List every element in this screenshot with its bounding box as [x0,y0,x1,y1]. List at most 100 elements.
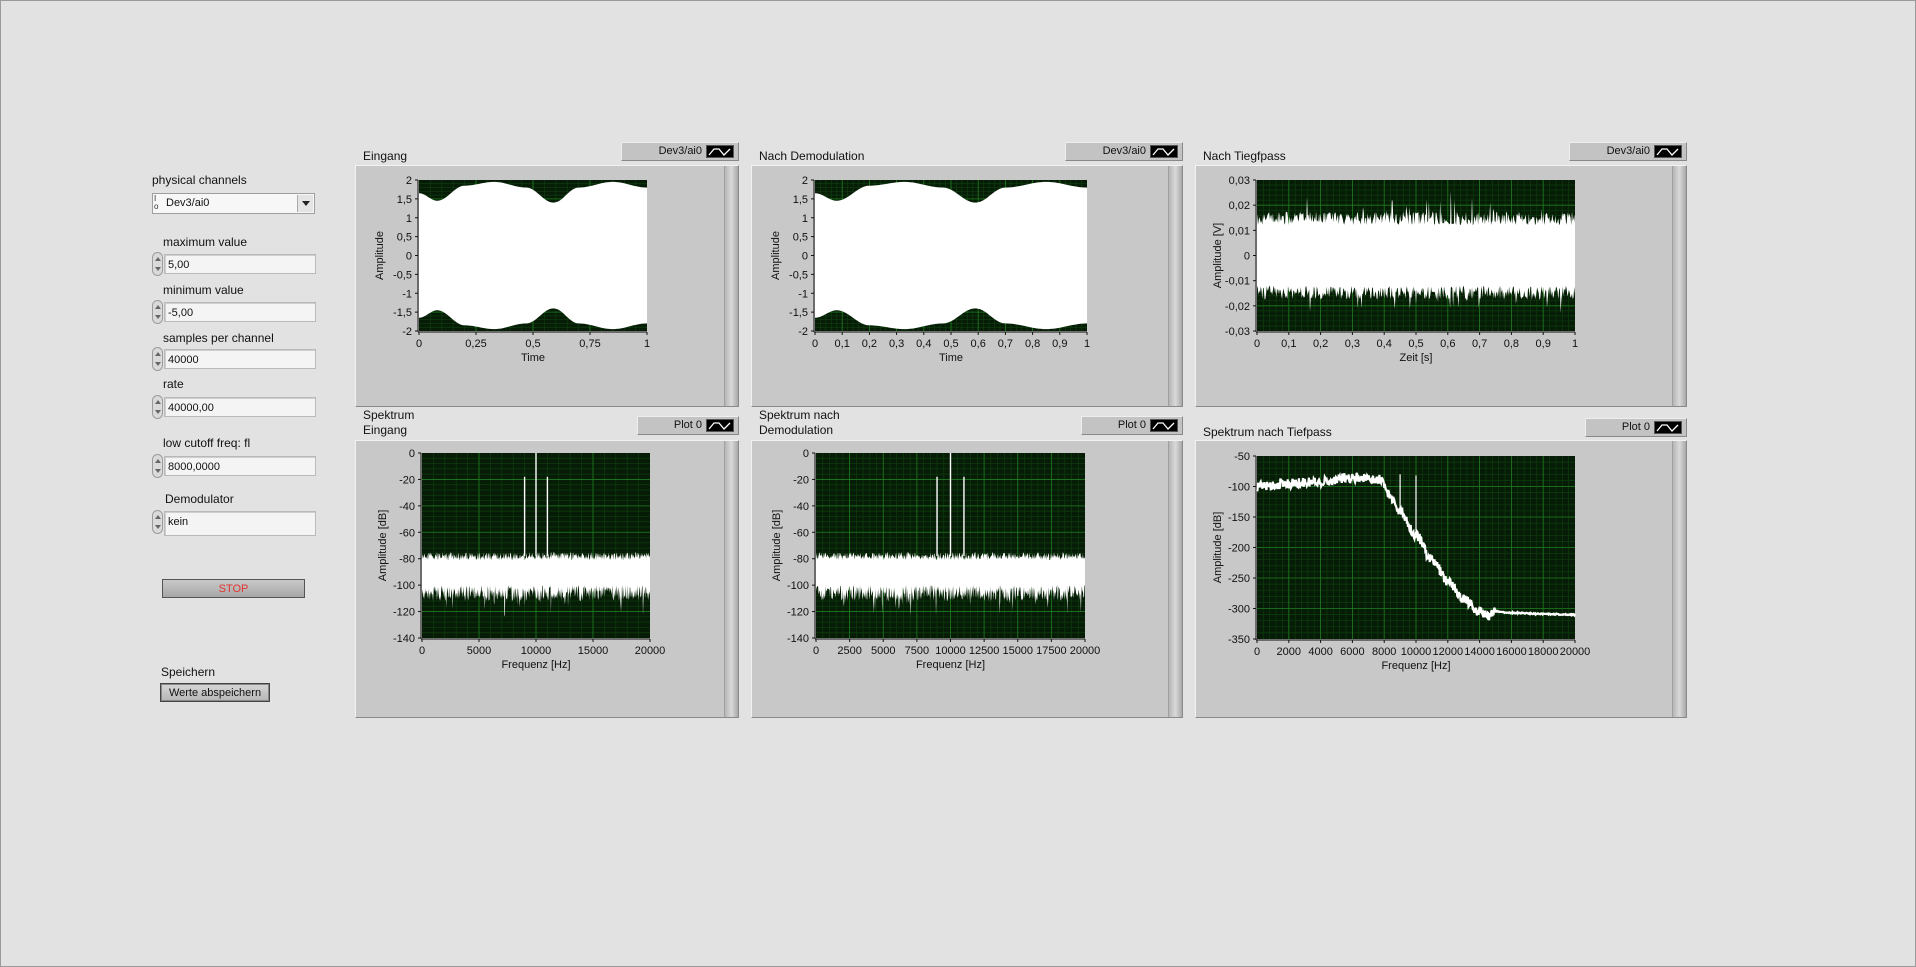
graph-demod-plot[interactable]: 0 0,1 0,2 0,3 0,4 0,5 0,6 0,7 0,8 0,9 1 2 1,5 1 0,5 0 -0… [751,165,1183,407]
plot-style-icon[interactable] [1150,419,1178,432]
y-tick-label: -20 [793,474,809,486]
y-tick-label: 0 [1244,251,1250,263]
x-tick-label: 0,4 [916,338,931,350]
y-tick-label: 1 [406,213,412,225]
y-tick-label: -1 [798,288,808,300]
y-axis-label: Amplitude [dB] [1212,512,1224,584]
graph-tiefpass-plot[interactable]: 0 0,1 0,2 0,3 0,4 0,5 0,6 0,7 0,8 0,9 1 0,03 0,02 0,0… [1195,165,1687,407]
x-axis-label: Time [521,352,545,364]
plot-style-icon[interactable] [1654,145,1682,158]
x-tick-label: 0,1 [1281,338,1296,350]
x-axis-label: Frequenz [Hz] [916,659,985,671]
chevron-down-icon[interactable] [297,195,313,212]
graph-spek-demod-plot[interactable]: 0 2500 5000 7500 10000 12500 15000 17500 200000-… [751,440,1183,718]
y-tick-label: -0,01 [1225,276,1250,288]
y-tick-label: -140 [393,633,415,645]
graph-spek-tiefpass-plot[interactable]: 0 2000 4000 6000 8000 10000 12000 14000 16000 180… [1195,440,1687,718]
graph-spek-eingang-legend[interactable]: Plot 0 [637,416,739,435]
demodulator-ring[interactable]: kein [164,511,316,536]
y-tick-label: 0 [406,251,412,263]
graph-spek-eingang-title: Spektrum Eingang [363,408,415,437]
y-tick-label: 1,5 [397,194,412,206]
samples-per-channel-field[interactable]: 40000 [164,349,316,369]
low-cutoff-spinner[interactable] [152,454,163,478]
save-label: Speichern [161,665,216,679]
x-tick-label: 0,3 [1345,338,1360,350]
x-axis-label: Zeit [s] [1399,352,1432,364]
x-tick-label: 1 [1084,338,1090,350]
x-tick-label: 0,8 [1025,338,1040,350]
y-tick-label: -60 [399,527,415,539]
x-axis-label: Frequenz [Hz] [501,659,570,671]
y-tick-label: -1 [402,288,412,300]
minimum-value-field[interactable]: -5,00 [164,302,316,322]
stop-button[interactable]: STOP [162,579,305,598]
x-tick-label: 0,3 [889,338,904,350]
x-tick-label: 0,7 [998,338,1013,350]
x-tick-label: 6000 [1340,646,1364,658]
x-tick-label: 0 [1254,646,1260,658]
low-cutoff-field[interactable]: 8000,0000 [164,456,316,476]
y-tick-label: 0,03 [1229,175,1250,187]
x-tick-label: 0 [416,338,422,350]
graph-spek-eingang-plot[interactable]: 0 5000 10000 15000 20000 0 -20 -40 -60 -80 -100 -12… [355,440,739,718]
plot-style-icon[interactable] [1654,421,1682,434]
y-tick-label: 0,5 [793,232,808,244]
x-axis-label: Frequenz [Hz] [1381,660,1450,672]
graph-eingang-title: Eingang [363,149,408,163]
legend-name: Dev3/ai0 [658,145,702,157]
x-tick-label: 0 [812,338,818,350]
graph-spek-demod-legend[interactable]: Plot 0 [1081,416,1183,435]
x-tick-label: 0,9 [1536,338,1551,350]
y-axis-label: Amplitude [V] [1212,223,1224,288]
y-tick-label: 1,5 [793,194,808,206]
x-tick-label: 0,6 [971,338,986,350]
y-tick-label: 1 [802,213,808,225]
y-tick-label: -250 [1228,573,1250,585]
graph-eingang-plot[interactable]: 0 0,25 0,5 0,75 1 2 1,5 1 0,5 0 -0,5 -1 -1,5 -2 Time Am… [355,165,739,407]
x-tick-label: 5000 [871,645,895,657]
x-tick-label: 0,5 [1408,338,1423,350]
plot-style-icon[interactable] [706,419,734,432]
x-tick-label: 8000 [1372,646,1396,658]
y-tick-label: 0 [803,448,809,460]
plot-style-icon[interactable] [1150,145,1178,158]
minimum-value-spinner[interactable] [152,300,163,324]
y-axis-label: Amplitude [dB] [771,510,783,582]
y-tick-label: 0 [409,448,415,460]
x-tick-label: 0,25 [465,338,486,350]
physical-channels-value: Dev3/ai0 [166,197,210,209]
demodulator-label: Demodulator [165,492,234,506]
y-tick-label: -200 [1228,543,1250,555]
y-tick-label: -120 [787,607,809,619]
y-tick-label: -0,5 [789,269,808,281]
y-tick-label: -350 [1228,634,1250,646]
graph-demod-legend[interactable]: Dev3/ai0 [1065,142,1183,161]
rate-field[interactable]: 40000,00 [164,397,316,417]
legend-name: Plot 0 [673,419,702,431]
y-tick-label: -0,02 [1225,301,1250,313]
rate-spinner[interactable] [152,395,163,419]
samples-per-channel-spinner[interactable] [152,347,163,371]
graph-demod-title: Nach Demodulation [759,149,865,163]
rate-label: rate [163,377,184,391]
legend-name: Dev3/ai0 [1102,145,1146,157]
x-tick-label: 0,2 [862,338,877,350]
minimum-value-label: minimum value [163,283,244,297]
x-tick-label: 1 [644,338,650,350]
maximum-value-field[interactable]: 5,00 [164,254,316,274]
graph-eingang-legend[interactable]: Dev3/ai0 [621,142,739,161]
plot-style-icon[interactable] [706,145,734,158]
x-tick-label: 0,5 [943,338,958,350]
io-icon: Io [154,194,159,211]
graph-spek-tiefpass-legend[interactable]: Plot 0 [1585,418,1687,437]
low-cutoff-label: low cutoff freq: fl [163,436,251,450]
demodulator-spinner[interactable] [152,510,163,534]
save-values-button[interactable]: Werte abspeichern [160,683,270,702]
maximum-value-spinner[interactable] [152,252,163,276]
maximum-value-label: maximum value [163,235,248,249]
x-tick-label: 7500 [905,645,929,657]
physical-channels-select[interactable]: Io Dev3/ai0 [152,193,315,214]
graph-tiefpass-legend[interactable]: Dev3/ai0 [1569,142,1687,161]
legend-name: Dev3/ai0 [1606,145,1650,157]
